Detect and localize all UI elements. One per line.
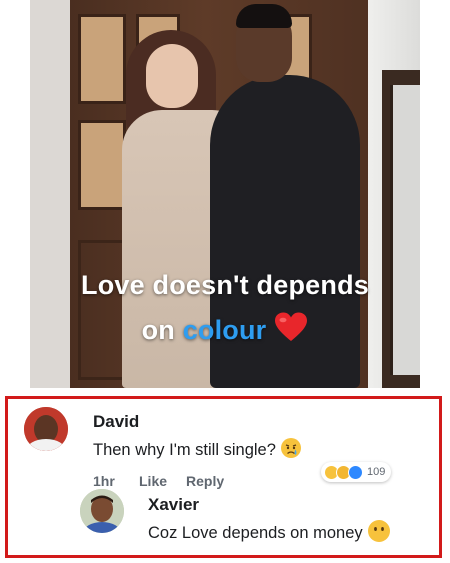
reply-text: Coz Love depends on money xyxy=(148,519,391,548)
caption-highlight: colour xyxy=(182,315,267,345)
reply-button[interactable]: Reply xyxy=(186,473,224,489)
reactions-summary[interactable]: 109 xyxy=(321,462,392,482)
heart-icon xyxy=(274,312,308,349)
like-reaction-icon xyxy=(348,464,363,480)
caption-prefix: on xyxy=(141,315,183,345)
comment-time: 1hr xyxy=(93,473,115,489)
comment-body: Then why I'm still single? xyxy=(93,440,276,459)
man-hair xyxy=(236,4,292,28)
reply-author[interactable]: Xavier xyxy=(148,495,199,515)
door-panel xyxy=(78,240,126,380)
caption-line-2: on colour xyxy=(30,312,420,349)
reaction-count: 109 xyxy=(367,466,386,478)
reply-body: Coz Love depends on money xyxy=(148,523,363,542)
crying-face-icon xyxy=(280,437,302,464)
woman-face xyxy=(146,44,198,108)
door-glass-pane xyxy=(78,14,126,104)
door-glass-pane xyxy=(78,120,126,210)
comments-section: David Then why I'm still single? 1hr Lik… xyxy=(5,396,442,558)
post-photo[interactable]: Love doesn't depends on colour xyxy=(30,0,420,388)
no-mouth-face-icon xyxy=(367,519,391,548)
comment-author[interactable]: David xyxy=(93,412,139,432)
caption-line-1: Love doesn't depends xyxy=(81,270,369,300)
avatar[interactable] xyxy=(24,407,68,451)
like-button[interactable]: Like xyxy=(139,473,167,489)
comment-text: Then why I'm still single? xyxy=(93,437,302,464)
avatar[interactable] xyxy=(80,489,124,533)
